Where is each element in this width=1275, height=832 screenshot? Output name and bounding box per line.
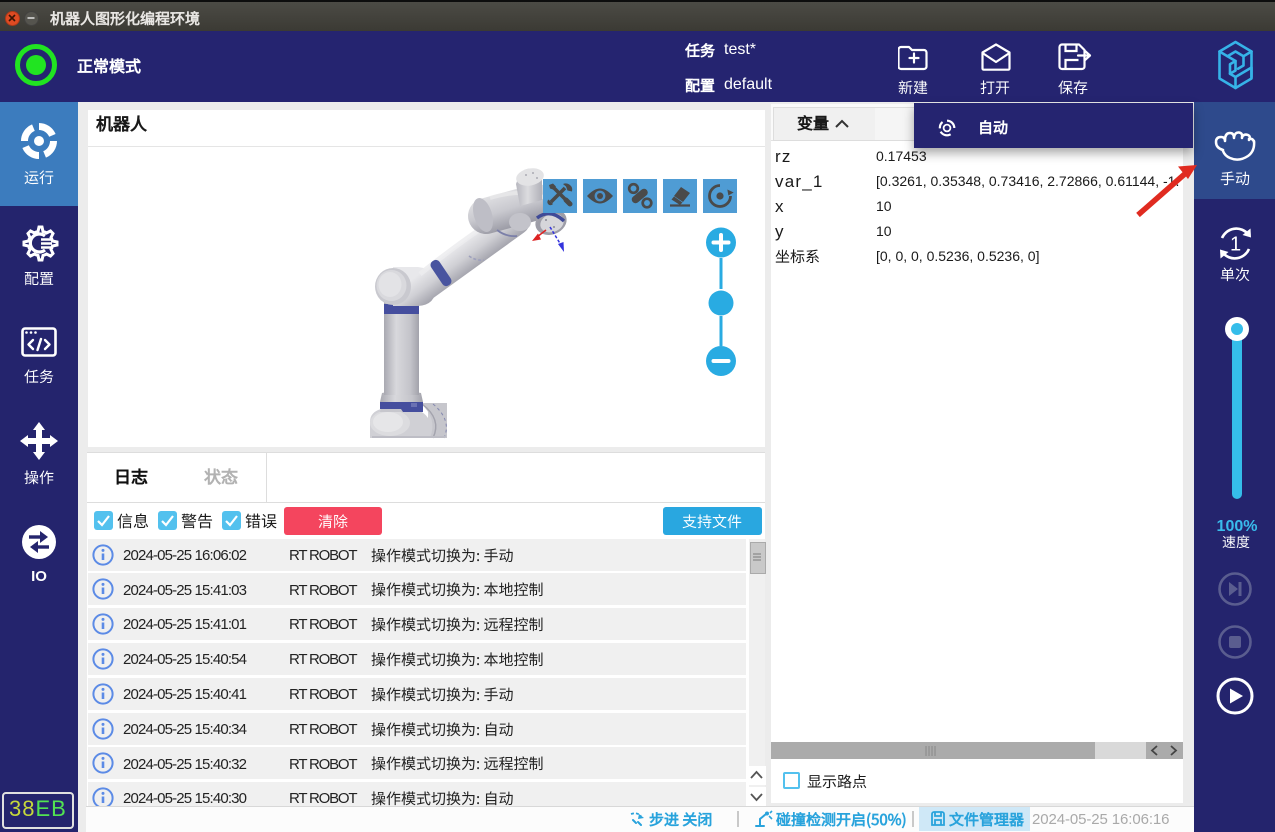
svg-text:1: 1: [1230, 234, 1241, 256]
